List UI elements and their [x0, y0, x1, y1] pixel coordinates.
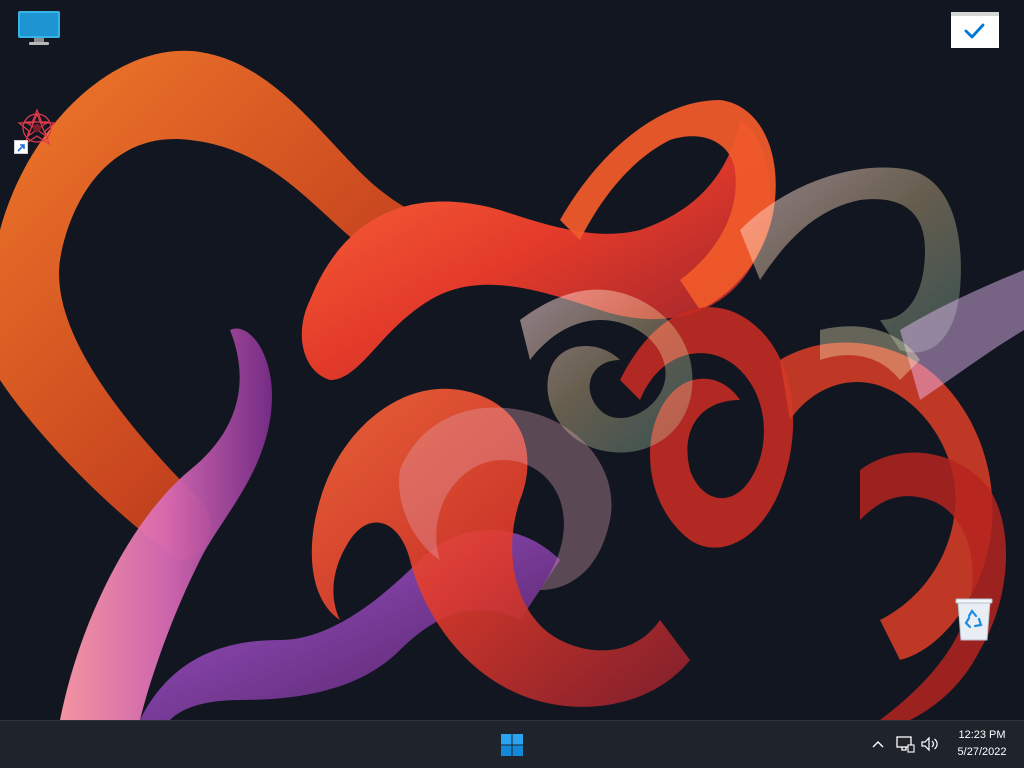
clock[interactable]: 12:23 PM 5/27/2022 [946, 727, 1018, 761]
app-shortcut-icon[interactable] [12, 106, 62, 156]
start-button[interactable] [496, 729, 528, 761]
network-icon [896, 736, 915, 753]
clock-date: 5/27/2022 [957, 746, 1007, 758]
monitor-icon [18, 11, 60, 45]
clock-time: 12:23 PM [958, 729, 1006, 741]
volume-icon [921, 736, 938, 752]
show-hidden-icons-button[interactable] [867, 733, 889, 755]
this-pc-icon[interactable] [14, 8, 64, 58]
wallpaper [0, 0, 1024, 720]
volume-button[interactable] [919, 733, 941, 755]
taskbar: 12:23 PM 5/27/2022 [0, 720, 1024, 768]
windows-logo-icon [501, 734, 523, 756]
checkmark-icon [964, 23, 985, 39]
recycle-bin-graphic [955, 598, 993, 641]
checkmark-widget[interactable] [951, 12, 999, 48]
desktop[interactable] [0, 0, 1024, 720]
shortcut-arrow-icon [14, 140, 28, 154]
recycle-bin-icon[interactable] [952, 596, 1002, 646]
network-button[interactable] [894, 733, 916, 755]
chevron-up-icon [872, 741, 884, 748]
